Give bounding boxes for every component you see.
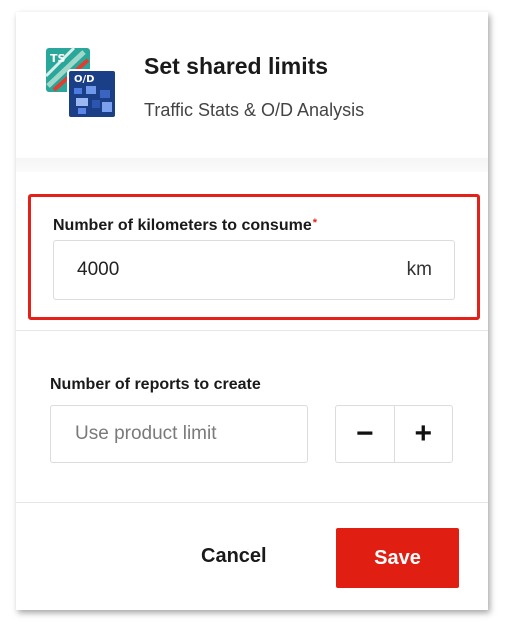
increment-button[interactable]: + [395,406,453,462]
footer-divider [16,502,488,503]
reports-limit-label: Number of reports to create [50,376,261,393]
dialog-subtitle: Traffic Stats & O/D Analysis [144,100,365,120]
km-limit-value[interactable]: 4000 [77,259,119,281]
save-button[interactable]: Save [336,528,459,588]
traffic-stats-od-app-icon: TS O/D [44,46,117,119]
required-asterisk: * [312,217,317,229]
cancel-button[interactable]: Cancel [201,545,267,568]
dialog-title: Set shared limits [144,53,329,79]
km-limit-label: Number of kilometers to consume* [53,217,317,235]
set-shared-limits-dialog: TS O/D Set shared limits Traffic Stats &… [16,12,488,610]
km-limit-field-group: Number of kilometers to consume* 4000 km [28,194,480,320]
svg-text:TS: TS [50,52,66,65]
km-unit-label: km [406,259,432,280]
reports-limit-input[interactable] [50,405,308,463]
decrement-button[interactable]: − [336,406,395,462]
dialog-header: TS O/D Set shared limits Traffic Stats &… [16,12,488,158]
header-divider [16,158,488,172]
reports-stepper: − + [335,405,453,463]
km-limit-input[interactable]: 4000 km [53,240,455,300]
km-limit-label-text: Number of kilometers to consume [53,217,312,234]
svg-text:O/D: O/D [74,74,94,85]
section-divider [16,330,488,331]
